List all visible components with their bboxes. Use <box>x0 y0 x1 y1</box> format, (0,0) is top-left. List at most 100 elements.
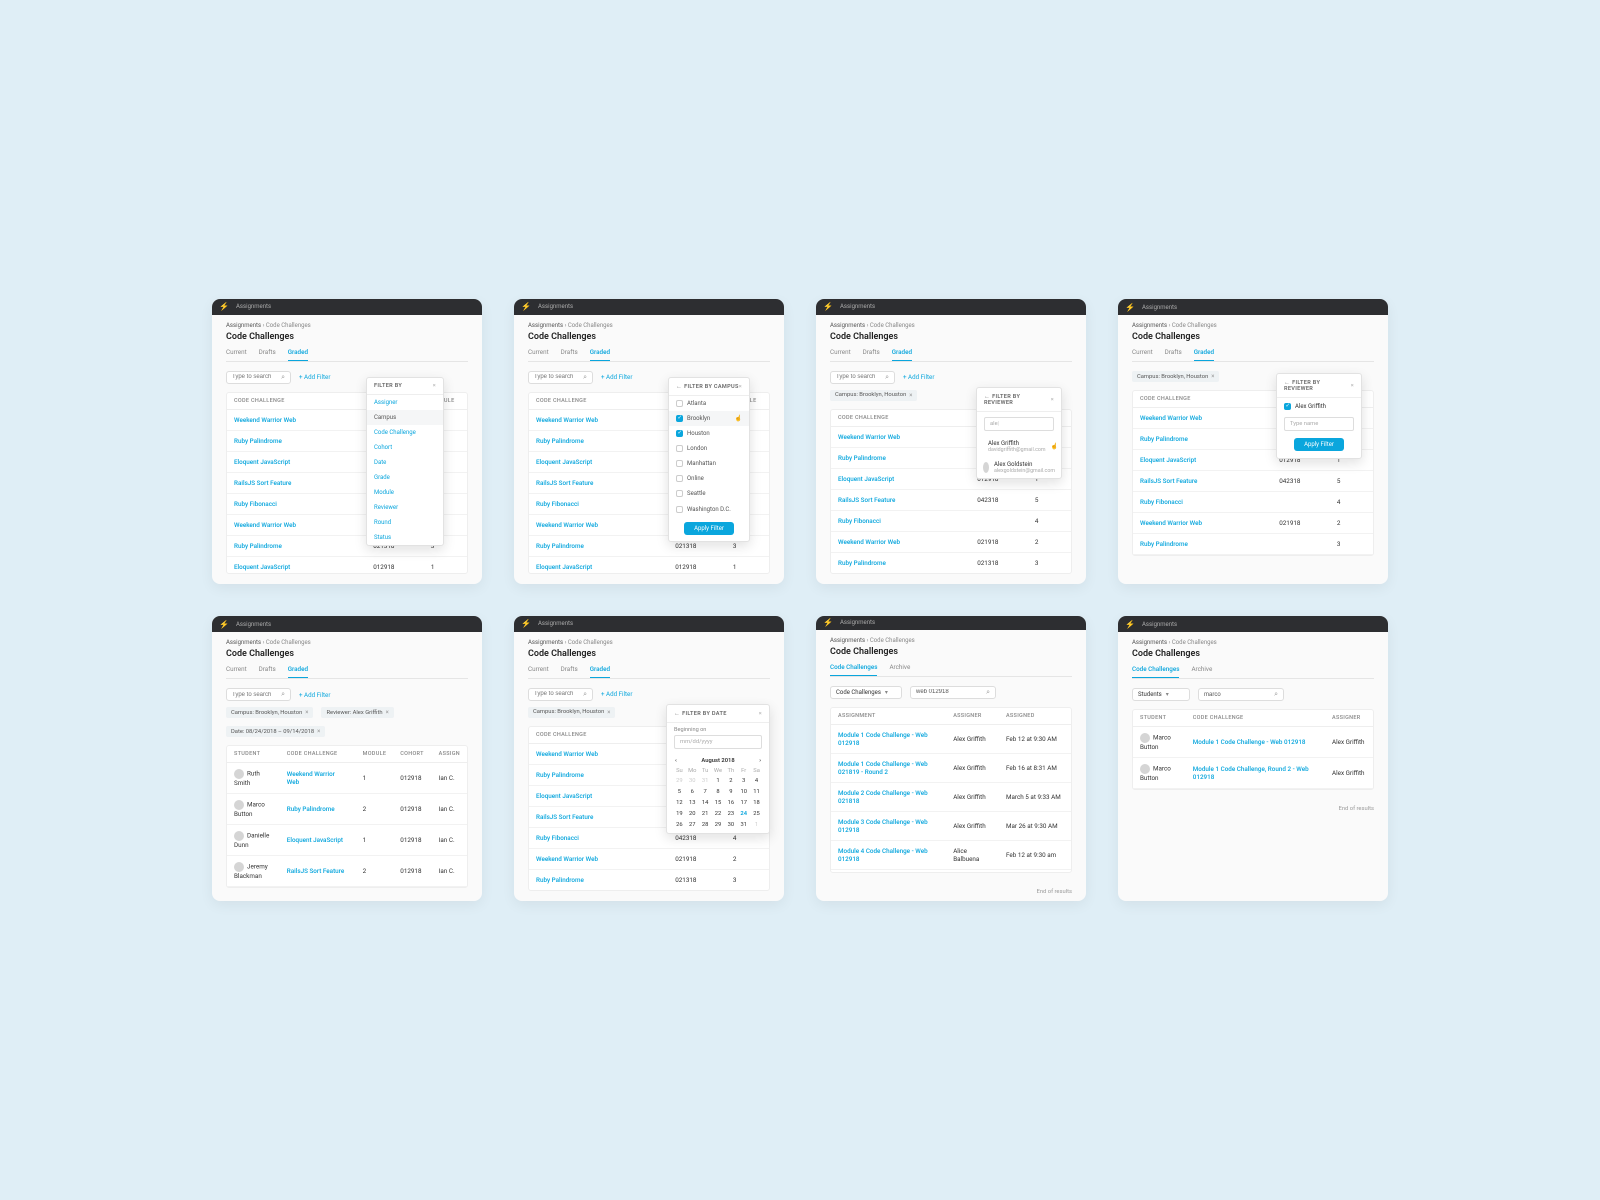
chip-close-icon[interactable]: × <box>317 728 320 735</box>
campus-option[interactable]: Atlanta <box>669 396 749 411</box>
filter-option[interactable]: Reviewer <box>367 500 443 515</box>
prev-month-icon[interactable]: ‹ <box>675 758 677 764</box>
back-icon[interactable]: ← <box>674 710 682 717</box>
back-icon[interactable]: ← <box>1284 379 1292 386</box>
filter-by-popover: FILTER BY × Assigner Campus Code Challeng… <box>366 377 444 546</box>
screen-filtered-results-students: ⚡Assignments Assignments › Code Challeng… <box>212 616 482 901</box>
add-filter-button[interactable]: + Add Filter <box>299 373 330 381</box>
campus-option[interactable]: Online <box>669 471 749 486</box>
chip-close-icon[interactable]: × <box>1211 373 1214 380</box>
close-icon[interactable]: × <box>739 384 742 390</box>
campus-option[interactable]: Manhattan <box>669 456 749 471</box>
avatar-icon <box>983 462 989 473</box>
apply-filter-button[interactable]: Apply Filter <box>1294 438 1344 451</box>
search-icon: ⌕ <box>281 690 285 699</box>
next-month-icon[interactable]: › <box>759 758 761 764</box>
filter-by-title: FILTER BY <box>374 383 402 389</box>
search-input[interactable]: ⌕ <box>226 688 291 701</box>
app-logo-icon: ⚡ <box>522 303 530 311</box>
chip-close-icon[interactable]: × <box>386 709 389 716</box>
back-icon[interactable]: ← <box>676 383 684 390</box>
app-logo-icon: ⚡ <box>824 619 832 627</box>
filter-option[interactable]: Module <box>367 485 443 500</box>
filter-option[interactable]: Code Challenge <box>367 425 443 440</box>
chip-close-icon[interactable]: × <box>909 392 912 399</box>
search-icon: ⌕ <box>885 373 889 382</box>
chevron-down-icon: ▾ <box>1166 691 1169 698</box>
tab-code-challenges[interactable]: Code Challenges <box>1132 665 1179 678</box>
chip-close-icon[interactable]: × <box>607 709 610 716</box>
screen-filter-campus: ⚡Assignments Assignments › Code Challeng… <box>514 299 784 584</box>
screen-filter-date-calendar: ⚡Assignments Assignments › Code Challeng… <box>514 616 784 901</box>
search-input[interactable]: ⌕ <box>528 688 593 701</box>
filter-option[interactable]: Status <box>367 530 443 545</box>
date-input[interactable]: mm/dd/yyyy <box>674 735 762 749</box>
chip-close-icon[interactable]: × <box>305 709 308 716</box>
filter-option[interactable]: Round <box>367 515 443 530</box>
tab-drafts[interactable]: Drafts <box>259 348 276 361</box>
reviewer-suggestion[interactable]: Alex Griffithdavidgriffith@gmail.com☝ <box>977 436 1061 457</box>
filter-chip[interactable]: Campus: Brooklyn, Houston× <box>226 707 313 718</box>
date-subtitle: Beginning on <box>667 723 769 733</box>
close-icon[interactable]: × <box>1351 383 1354 389</box>
tab-current[interactable]: Current <box>226 348 247 361</box>
filter-chip[interactable]: Date: 08/24/2018 – 09/14/2018× <box>226 726 325 737</box>
calendar: ‹ August 2018 › SuMoTuWeThFrSa 293031123… <box>667 754 769 833</box>
calendar-grid[interactable]: 2930311234 567891011 12131415161718 1920… <box>667 777 769 833</box>
avatar-icon <box>234 800 244 810</box>
apply-filter-button[interactable]: Apply Filter <box>684 522 734 535</box>
topbar: ⚡ Assignments <box>212 299 482 315</box>
topbar-label: Assignments <box>236 303 271 310</box>
app-logo-icon: ⚡ <box>220 620 228 628</box>
campus-option[interactable]: Seattle <box>669 486 749 501</box>
crumb-root[interactable]: Assignments <box>226 322 261 329</box>
search-input[interactable]: ⌕ <box>528 371 593 384</box>
app-logo-icon: ⚡ <box>220 303 228 311</box>
close-icon[interactable]: × <box>759 711 762 717</box>
reviewer-suggestion[interactable]: Alex Goldsteinalexgoldstein@gmail.com <box>977 457 1061 478</box>
filter-chip[interactable]: Reviewer: Alex Griffith× <box>321 707 393 718</box>
close-icon[interactable]: × <box>433 383 436 389</box>
filter-chip-campus[interactable]: Campus: Brooklyn, Houston× <box>528 707 615 718</box>
search-input[interactable]: ⌕ <box>910 686 996 699</box>
type-select[interactable]: Students▾ <box>1132 688 1190 701</box>
app-logo-icon: ⚡ <box>522 620 530 628</box>
end-of-results: End of results <box>1118 800 1388 818</box>
filter-option[interactable]: Grade <box>367 470 443 485</box>
campus-option[interactable]: London <box>669 441 749 456</box>
campus-option[interactable]: Brooklyn☝ <box>669 411 749 426</box>
type-select[interactable]: Code Challenges▾ <box>830 686 902 699</box>
app-logo-icon: ⚡ <box>824 303 832 311</box>
avatar-icon <box>1140 764 1150 774</box>
tab-graded[interactable]: Graded <box>288 348 308 361</box>
close-icon[interactable]: × <box>1051 397 1054 403</box>
search-icon: ⌕ <box>583 373 587 382</box>
reviewer-search-input[interactable]: ale| <box>984 417 1054 431</box>
search-input[interactable]: ⌕ <box>1198 688 1284 701</box>
filter-option[interactable]: Cohort <box>367 440 443 455</box>
filter-option[interactable]: Assigner <box>367 395 443 410</box>
search-icon: ⌕ <box>583 690 587 699</box>
calendar-month: August 2018 <box>701 758 734 764</box>
app-logo-icon: ⚡ <box>1126 303 1134 311</box>
row-link[interactable]: Weekend Warrior Web <box>227 409 366 430</box>
checkbox-icon[interactable] <box>1284 403 1291 410</box>
tab-archive[interactable]: Archive <box>889 663 910 676</box>
filter-option[interactable]: Campus <box>367 410 443 425</box>
col-code-challenge: CODE CHALLENGE <box>227 393 366 410</box>
filter-option[interactable]: Date <box>367 455 443 470</box>
campus-option[interactable]: Washington D.C. <box>669 502 749 517</box>
reviewer-search-input[interactable]: Type name <box>1284 417 1354 431</box>
avatar-icon <box>234 831 244 841</box>
filter-chip-campus[interactable]: Campus: Brooklyn, Houston× <box>830 390 917 401</box>
tab-archive[interactable]: Archive <box>1191 665 1212 678</box>
search-input[interactable]: ⌕ <box>830 371 895 384</box>
search-icon: ⌕ <box>986 688 990 697</box>
breadcrumb: Assignments › Code Challenges <box>226 322 468 329</box>
search-input[interactable]: ⌕ <box>226 371 291 384</box>
filter-chip-campus[interactable]: Campus: Brooklyn, Houston× <box>1132 371 1219 382</box>
campus-option[interactable]: Houston <box>669 426 749 441</box>
back-icon[interactable]: ← <box>984 393 992 400</box>
tab-code-challenges[interactable]: Code Challenges <box>830 663 877 676</box>
filter-date-popover: ← FILTER BY DATE× Beginning on mm/dd/yyy… <box>666 704 770 834</box>
